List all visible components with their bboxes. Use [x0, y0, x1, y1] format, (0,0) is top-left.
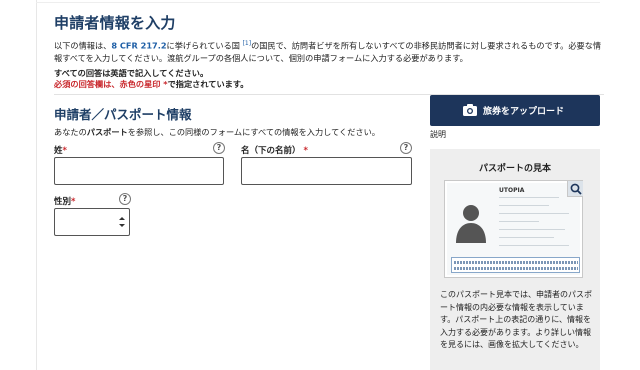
intro-middle: に挙げられている国 — [166, 40, 243, 51]
cfr-link[interactable]: 8 CFR 217.2 — [111, 41, 166, 51]
section-desc-prefix: あなたの — [54, 127, 87, 137]
zoom-button[interactable] — [567, 181, 583, 197]
question-circle-icon[interactable]: ? — [400, 142, 412, 154]
section-description: あなたのパスポートを参照し、この同様のフォームにすべての情報を入力してください。 — [54, 126, 380, 138]
required-mark: * — [62, 146, 67, 156]
passport-country: UTOPIA — [499, 187, 525, 194]
question-circle-icon[interactable]: ? — [119, 193, 131, 205]
passport-field-line — [499, 221, 539, 222]
mrz-line — [454, 267, 578, 270]
given-name-input[interactable] — [241, 157, 412, 185]
camera-icon — [463, 104, 477, 116]
upload-passport-label: 旅券をアップロード — [483, 107, 565, 117]
person-silhouette-icon — [456, 205, 486, 243]
passport-sample-description: このパスポート見本では、申請者のパスポート情報の内必要な情報を表示しています。パ… — [440, 290, 592, 349]
passport-field-line — [499, 213, 569, 214]
gender-label: 性別* — [54, 195, 75, 207]
gender-label-text: 性別 — [54, 197, 72, 207]
given-name-label-text: 名（下の名前） — [241, 146, 301, 156]
footnote-link[interactable]: [1] — [243, 40, 252, 47]
passport-sample-image[interactable]: UTOPIA — [444, 180, 583, 278]
gender-select[interactable] — [54, 208, 130, 236]
magnifier-icon — [570, 183, 582, 195]
passport-sample-panel: パスポートの見本 UTOPIA このパスポート見本では、申請者のパスポート情報の… — [430, 149, 600, 370]
mrz-line — [454, 261, 578, 264]
required-notice-rest: で指定されています。 — [167, 79, 249, 89]
passport-sample-title: パスポートの見本 — [478, 164, 551, 174]
section-title: 申請者／パスポート情報 — [54, 107, 192, 122]
given-name-label: 名（下の名前） * — [241, 144, 308, 156]
question-circle-icon[interactable]: ? — [213, 142, 225, 154]
surname-input[interactable] — [54, 157, 224, 185]
passport-field-line — [499, 245, 569, 246]
surname-label: 姓* — [54, 144, 67, 156]
section-desc-bold: パスポート — [86, 127, 128, 137]
intro-prefix: 以下の情報は、 — [54, 40, 112, 51]
passport-field-line — [499, 197, 559, 198]
required-mark: * — [303, 146, 308, 156]
upload-passport-button[interactable]: 旅券をアップロード — [430, 95, 600, 126]
explanation-link[interactable]: 説明 — [430, 129, 446, 140]
section-desc-suffix: を参照し、この同様のフォームにすべての情報を入力してください。 — [127, 127, 380, 137]
left-border — [36, 0, 37, 370]
passport-field-line — [499, 237, 554, 238]
passport-mrz-zone — [451, 257, 580, 273]
passport-field-line — [499, 205, 549, 206]
required-notice-red: 必須の回答欄は、赤色の星印 * — [54, 79, 168, 89]
intro-paragraph: 以下の情報は、8 CFR 217.2に挙げられている国 [1]の国民で、訪問者ビ… — [54, 38, 602, 65]
application-page: 申請者情報を入力 以下の情報は、8 CFR 217.2に挙げられている国 [1]… — [0, 0, 640, 370]
top-divider — [36, 2, 600, 3]
passport-page: UTOPIA — [447, 183, 580, 275]
surname-label-text: 姓 — [54, 146, 63, 156]
required-notice: 必須の回答欄は、赤色の星印 *で指定されています。 — [54, 78, 248, 90]
page-title: 申請者情報を入力 — [54, 14, 176, 32]
passport-field-line — [499, 229, 565, 230]
select-arrows-icon — [119, 217, 125, 227]
required-mark: * — [71, 197, 76, 207]
